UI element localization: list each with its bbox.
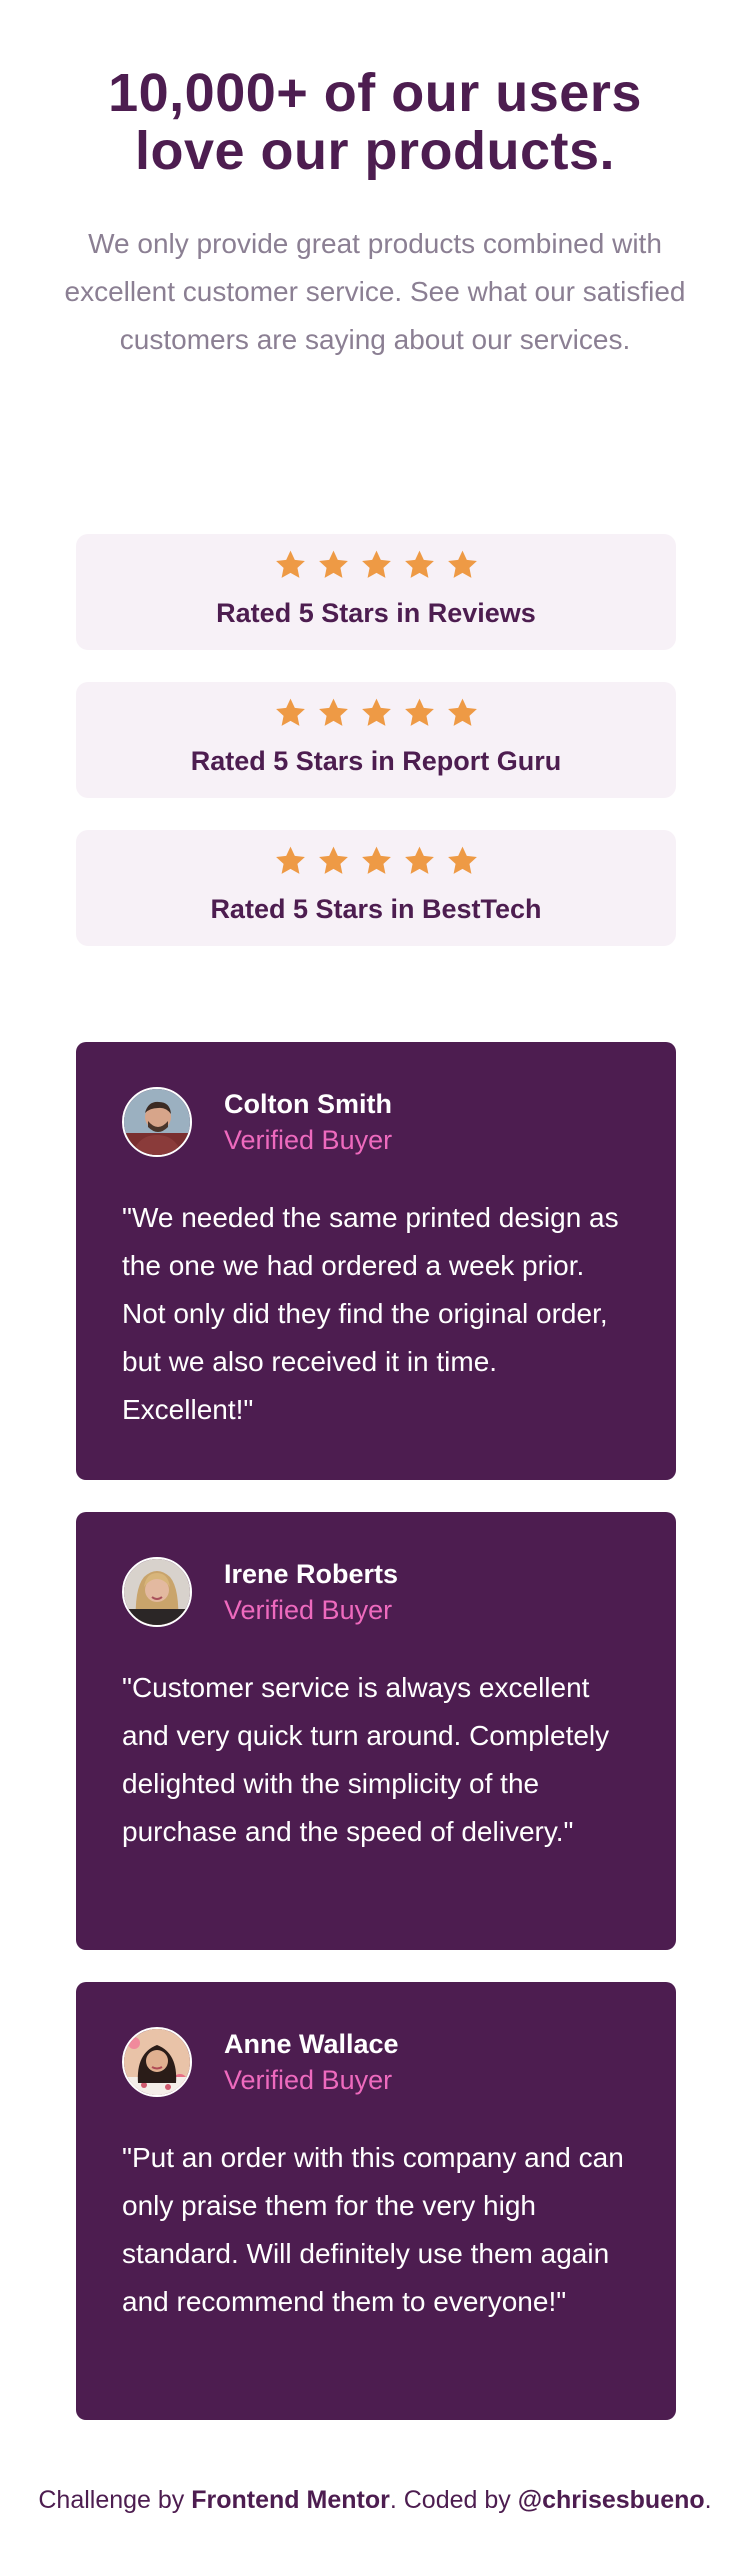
rating-label: Rated 5 Stars in Report Guru (190, 746, 562, 776)
avatar (122, 1557, 192, 1627)
review-card-irene: Irene Roberts Verified Buyer "Customer s… (76, 1512, 676, 1950)
reviewer-name: Anne Wallace (224, 2029, 399, 2059)
verified-status: Verified Buyer (224, 2065, 393, 2095)
reviews-section: Colton Smith Verified Buyer "We needed t… (76, 1042, 676, 2452)
attribution-footer: Challenge by Frontend Mentor. Coded by @… (0, 2486, 750, 2515)
avatar (122, 1087, 192, 1157)
ratings-section: Rated 5 Stars in Reviews Rated 5 Stars i… (76, 534, 676, 978)
review-card-colton: Colton Smith Verified Buyer "We needed t… (76, 1042, 676, 1480)
rating-label: Rated 5 Stars in Reviews (216, 598, 536, 628)
hero-section: 10,000+ of our users love our products. … (60, 64, 690, 364)
attribution-suffix: . (704, 2486, 712, 2514)
star-icon (361, 698, 391, 726)
attribution-prefix: Challenge by (38, 2486, 192, 2514)
star-icon (447, 550, 477, 578)
review-card-anne: Anne Wallace Verified Buyer "Put an orde… (76, 1982, 676, 2420)
star-icon (275, 698, 305, 726)
star-icon (361, 846, 391, 874)
frontend-mentor-link[interactable]: Frontend Mentor (191, 2486, 390, 2514)
rating-card-report-guru: Rated 5 Stars in Report Guru (76, 682, 676, 798)
page-title: 10,000+ of our users love our products. (108, 63, 642, 181)
avatar-image (124, 1089, 190, 1155)
review-header: Irene Roberts Verified Buyer (122, 1556, 630, 1628)
reviewer-name: Irene Roberts (224, 1559, 399, 1589)
author-link[interactable]: @chrisesbueno (518, 2486, 705, 2514)
review-text: "Customer service is always excellent an… (122, 1672, 610, 1847)
review-header: Colton Smith Verified Buyer (122, 1086, 630, 1158)
star-icon (318, 698, 348, 726)
reviewer-name: Colton Smith (224, 1089, 392, 1119)
page-subtitle: We only provide great products combined … (64, 228, 686, 355)
verified-status: Verified Buyer (224, 1125, 393, 1155)
testimonials-page: 10,000+ of our users love our products. … (0, 0, 750, 2550)
avatar (122, 2027, 192, 2097)
star-icon (404, 698, 434, 726)
avatar-image (124, 1559, 190, 1625)
rating-card-besttech: Rated 5 Stars in BestTech (76, 830, 676, 946)
reviewer-info: Colton Smith Verified Buyer (224, 1086, 392, 1158)
rating-card-reviews: Rated 5 Stars in Reviews (76, 534, 676, 650)
star-icon (361, 550, 391, 578)
reviewer-info: Anne Wallace Verified Buyer (224, 2026, 399, 2098)
star-icon (275, 550, 305, 578)
star-rating (76, 696, 676, 732)
rating-label: Rated 5 Stars in BestTech (210, 894, 542, 924)
star-icon (318, 550, 348, 578)
star-icon (447, 698, 477, 726)
star-icon (275, 846, 305, 874)
review-header: Anne Wallace Verified Buyer (122, 2026, 630, 2098)
star-icon (318, 846, 348, 874)
star-rating (76, 844, 676, 880)
verified-status: Verified Buyer (224, 1595, 393, 1625)
attribution-middle: . Coded by (389, 2486, 518, 2514)
review-text: "Put an order with this company and can … (122, 2142, 624, 2317)
star-icon (404, 550, 434, 578)
avatar-image (124, 2029, 190, 2095)
star-rating (76, 548, 676, 584)
review-text: "We needed the same printed design as th… (122, 1202, 619, 1425)
star-icon (447, 846, 477, 874)
star-icon (404, 846, 434, 874)
reviewer-info: Irene Roberts Verified Buyer (224, 1556, 398, 1628)
